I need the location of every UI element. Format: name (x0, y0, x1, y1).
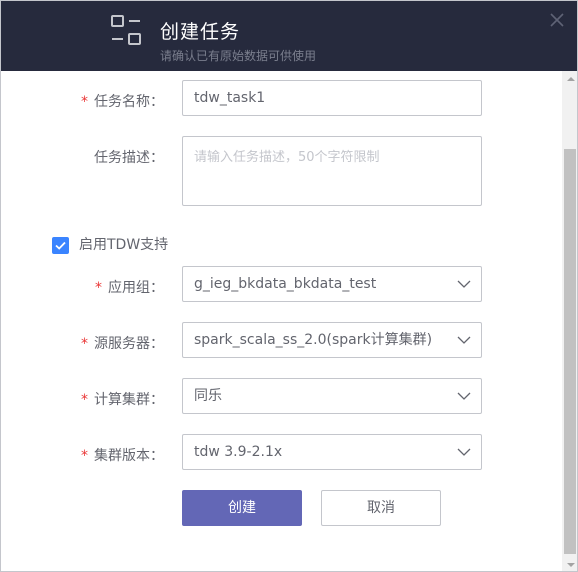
task-name-label: * 任务名称： (81, 94, 164, 110)
dialog-header: 创建任务 请确认已有原始数据可供使用 (1, 1, 577, 71)
chevron-down-icon (457, 280, 471, 288)
source-server-value: spark_scala_ss_2.0(spark计算集群) (194, 332, 433, 348)
create-button[interactable]: 创建 (182, 490, 302, 526)
chevron-down-icon (457, 336, 471, 344)
source-server-select[interactable]: spark_scala_ss_2.0(spark计算集群) (182, 322, 482, 358)
required-mark: * (81, 94, 88, 110)
dialog-body: * 任务名称： tdw_task1 任务描述： 请输入任务描述，50个字符限制 启… (1, 71, 562, 571)
required-mark: * (81, 392, 88, 408)
scroll-down-arrow-icon[interactable] (562, 556, 577, 571)
source-server-label: * 源服务器： (81, 336, 164, 352)
task-desc-placeholder: 请输入任务描述，50个字符限制 (194, 150, 380, 165)
dialog-title: 创建任务 (160, 21, 241, 43)
task-icon (111, 15, 141, 45)
enable-tdw-label: 启用TDW支持 (79, 237, 169, 253)
required-mark: * (81, 336, 88, 352)
cluster-version-select[interactable]: tdw 3.9-2.1x (182, 434, 482, 470)
compute-cluster-label: * 计算集群： (81, 392, 164, 408)
chevron-down-icon (457, 392, 471, 400)
task-name-input[interactable]: tdw_task1 (182, 80, 482, 116)
check-icon (55, 241, 66, 250)
cluster-version-value: tdw 3.9-2.1x (194, 444, 283, 460)
compute-cluster-value: 同乐 (194, 388, 222, 404)
create-task-dialog: 创建任务 请确认已有原始数据可供使用 * 任务名称： tdw_task1 任务描述… (0, 0, 578, 572)
scroll-thumb[interactable] (564, 149, 576, 554)
close-icon[interactable] (548, 11, 566, 29)
app-group-select[interactable]: g_ieg_bkdata_bkdata_test (182, 266, 482, 302)
vertical-scrollbar[interactable] (562, 71, 577, 571)
cluster-version-label: * 集群版本： (81, 448, 164, 464)
task-desc-label: 任务描述： (94, 150, 164, 166)
task-desc-textarea[interactable]: 请输入任务描述，50个字符限制 (182, 136, 482, 206)
enable-tdw-checkbox[interactable] (52, 237, 69, 254)
cancel-button[interactable]: 取消 (321, 490, 441, 526)
scroll-up-arrow-icon[interactable] (562, 71, 577, 88)
app-group-label: * 应用组： (95, 280, 164, 296)
app-group-value: g_ieg_bkdata_bkdata_test (194, 276, 377, 292)
compute-cluster-select[interactable]: 同乐 (182, 378, 482, 414)
required-mark: * (95, 280, 102, 296)
required-mark: * (81, 448, 88, 464)
dialog-subtitle: 请确认已有原始数据可供使用 (160, 49, 317, 63)
chevron-down-icon (457, 448, 471, 456)
